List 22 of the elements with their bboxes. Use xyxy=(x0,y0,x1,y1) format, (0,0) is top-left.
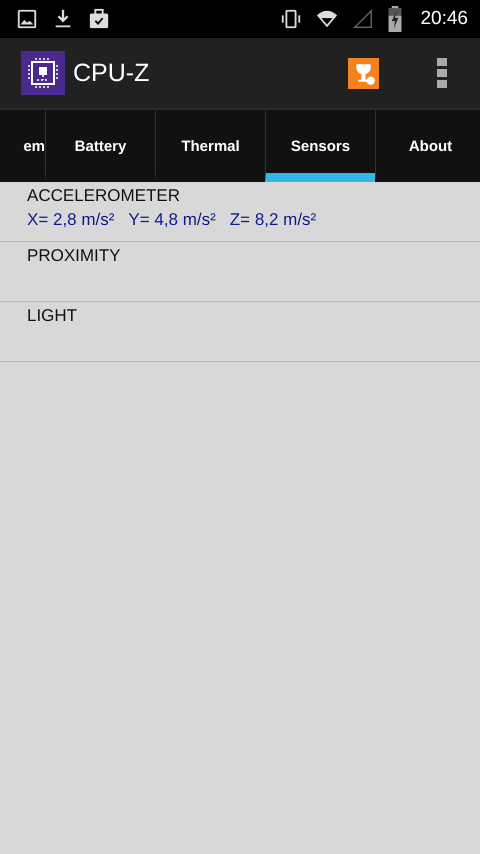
sensor-value: Z= 8,2 m/s² xyxy=(230,210,316,230)
image-icon xyxy=(16,8,38,30)
sensor-name: LIGHT xyxy=(27,306,78,326)
chip-logo-icon xyxy=(21,51,65,95)
trophy-icon[interactable] xyxy=(348,58,379,88)
tab[interactable]: Sensors xyxy=(265,110,375,182)
wifi-icon xyxy=(316,8,338,30)
sensor-value: X= 2,8 m/s² xyxy=(27,210,114,230)
sensor-name: PROXIMITY xyxy=(27,246,122,266)
status-time: 20:46 xyxy=(420,8,468,30)
sensor-name: ACCELEROMETER xyxy=(27,186,182,206)
overflow-menu-icon[interactable] xyxy=(437,58,447,88)
tab[interactable]: em xyxy=(0,110,45,182)
app-title: CPU-Z xyxy=(73,58,150,88)
vibrate-icon xyxy=(280,8,302,30)
tab[interactable]: About xyxy=(375,110,480,182)
battery-charging-icon xyxy=(388,6,402,32)
sensor-value: Y= 4,8 m/s² xyxy=(128,210,216,230)
signal-icon xyxy=(352,8,374,30)
briefcase-check-icon xyxy=(88,8,110,30)
tab[interactable]: Thermal xyxy=(155,110,265,182)
tab[interactable]: Battery xyxy=(45,110,155,182)
